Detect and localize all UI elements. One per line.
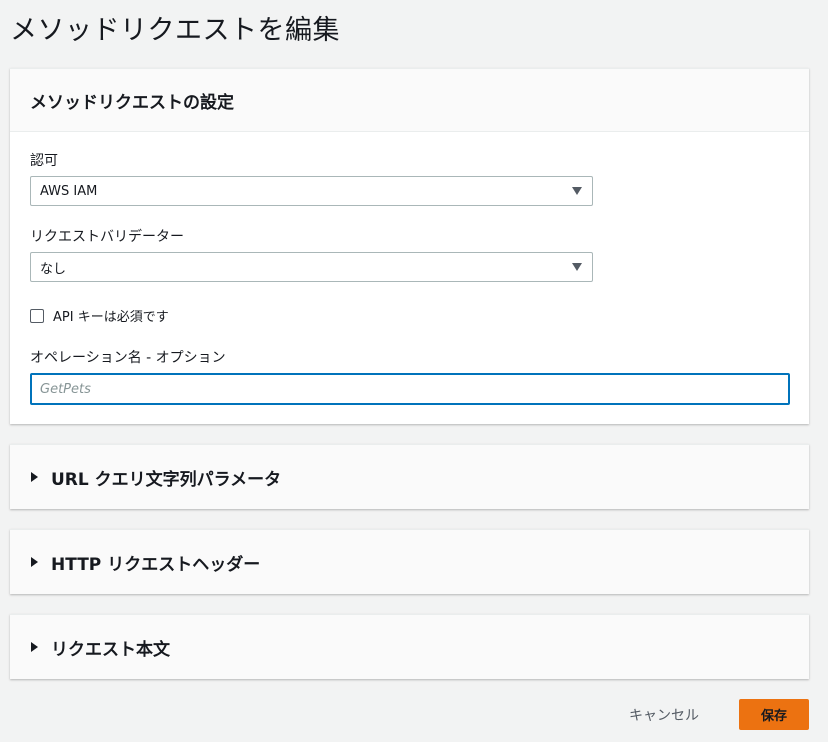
- authorization-field: 認可 AWS IAM: [30, 150, 789, 206]
- http-request-headers-section[interactable]: HTTP リクエストヘッダー: [10, 529, 809, 594]
- validator-label: リクエストバリデーター: [30, 229, 184, 245]
- operation-name-input[interactable]: [30, 373, 790, 405]
- caret-down-icon: [572, 187, 582, 195]
- caret-right-icon: [31, 557, 38, 567]
- form-footer: キャンセル 保存: [623, 699, 809, 730]
- panel-body: 認可 AWS IAM リクエストバリデーター なし API キーは必須です オペ…: [10, 132, 809, 405]
- validator-field: リクエストバリデーター なし: [30, 226, 789, 282]
- caret-right-icon: [31, 642, 38, 652]
- validator-value: なし: [40, 261, 67, 277]
- url-query-params-section[interactable]: URL クエリ文字列パラメータ: [10, 444, 809, 509]
- api-key-row: API キーは必須です: [30, 306, 789, 325]
- save-button[interactable]: 保存: [739, 699, 809, 730]
- section-header[interactable]: HTTP リクエストヘッダー: [10, 530, 809, 594]
- page-title: メソッドリクエストを編集: [10, 15, 340, 46]
- section-title: URL クエリ文字列パラメータ: [51, 469, 282, 490]
- section-title: HTTP リクエストヘッダー: [51, 554, 261, 575]
- authorization-select[interactable]: AWS IAM: [30, 176, 593, 206]
- caret-right-icon: [31, 472, 38, 482]
- cancel-button[interactable]: キャンセル: [623, 704, 705, 726]
- caret-down-icon: [572, 263, 582, 271]
- section-header[interactable]: リクエスト本文: [10, 615, 809, 679]
- api-key-checkbox[interactable]: [30, 308, 44, 323]
- panel-title: メソッドリクエストの設定: [30, 92, 234, 113]
- authorization-value: AWS IAM: [40, 183, 98, 199]
- request-body-section[interactable]: リクエスト本文: [10, 614, 809, 679]
- section-title: リクエスト本文: [51, 639, 170, 660]
- authorization-label: 認可: [30, 153, 58, 169]
- method-request-settings-panel: メソッドリクエストの設定 認可 AWS IAM リクエストバリデーター なし A…: [10, 68, 809, 424]
- operation-name-label: オペレーション名 - オプション: [30, 350, 226, 366]
- validator-select[interactable]: なし: [30, 252, 593, 282]
- section-header[interactable]: URL クエリ文字列パラメータ: [10, 445, 809, 509]
- api-key-label: API キーは必須です: [53, 310, 169, 325]
- operation-name-field: オペレーション名 - オプション: [30, 347, 790, 405]
- panel-header: メソッドリクエストの設定: [10, 69, 809, 132]
